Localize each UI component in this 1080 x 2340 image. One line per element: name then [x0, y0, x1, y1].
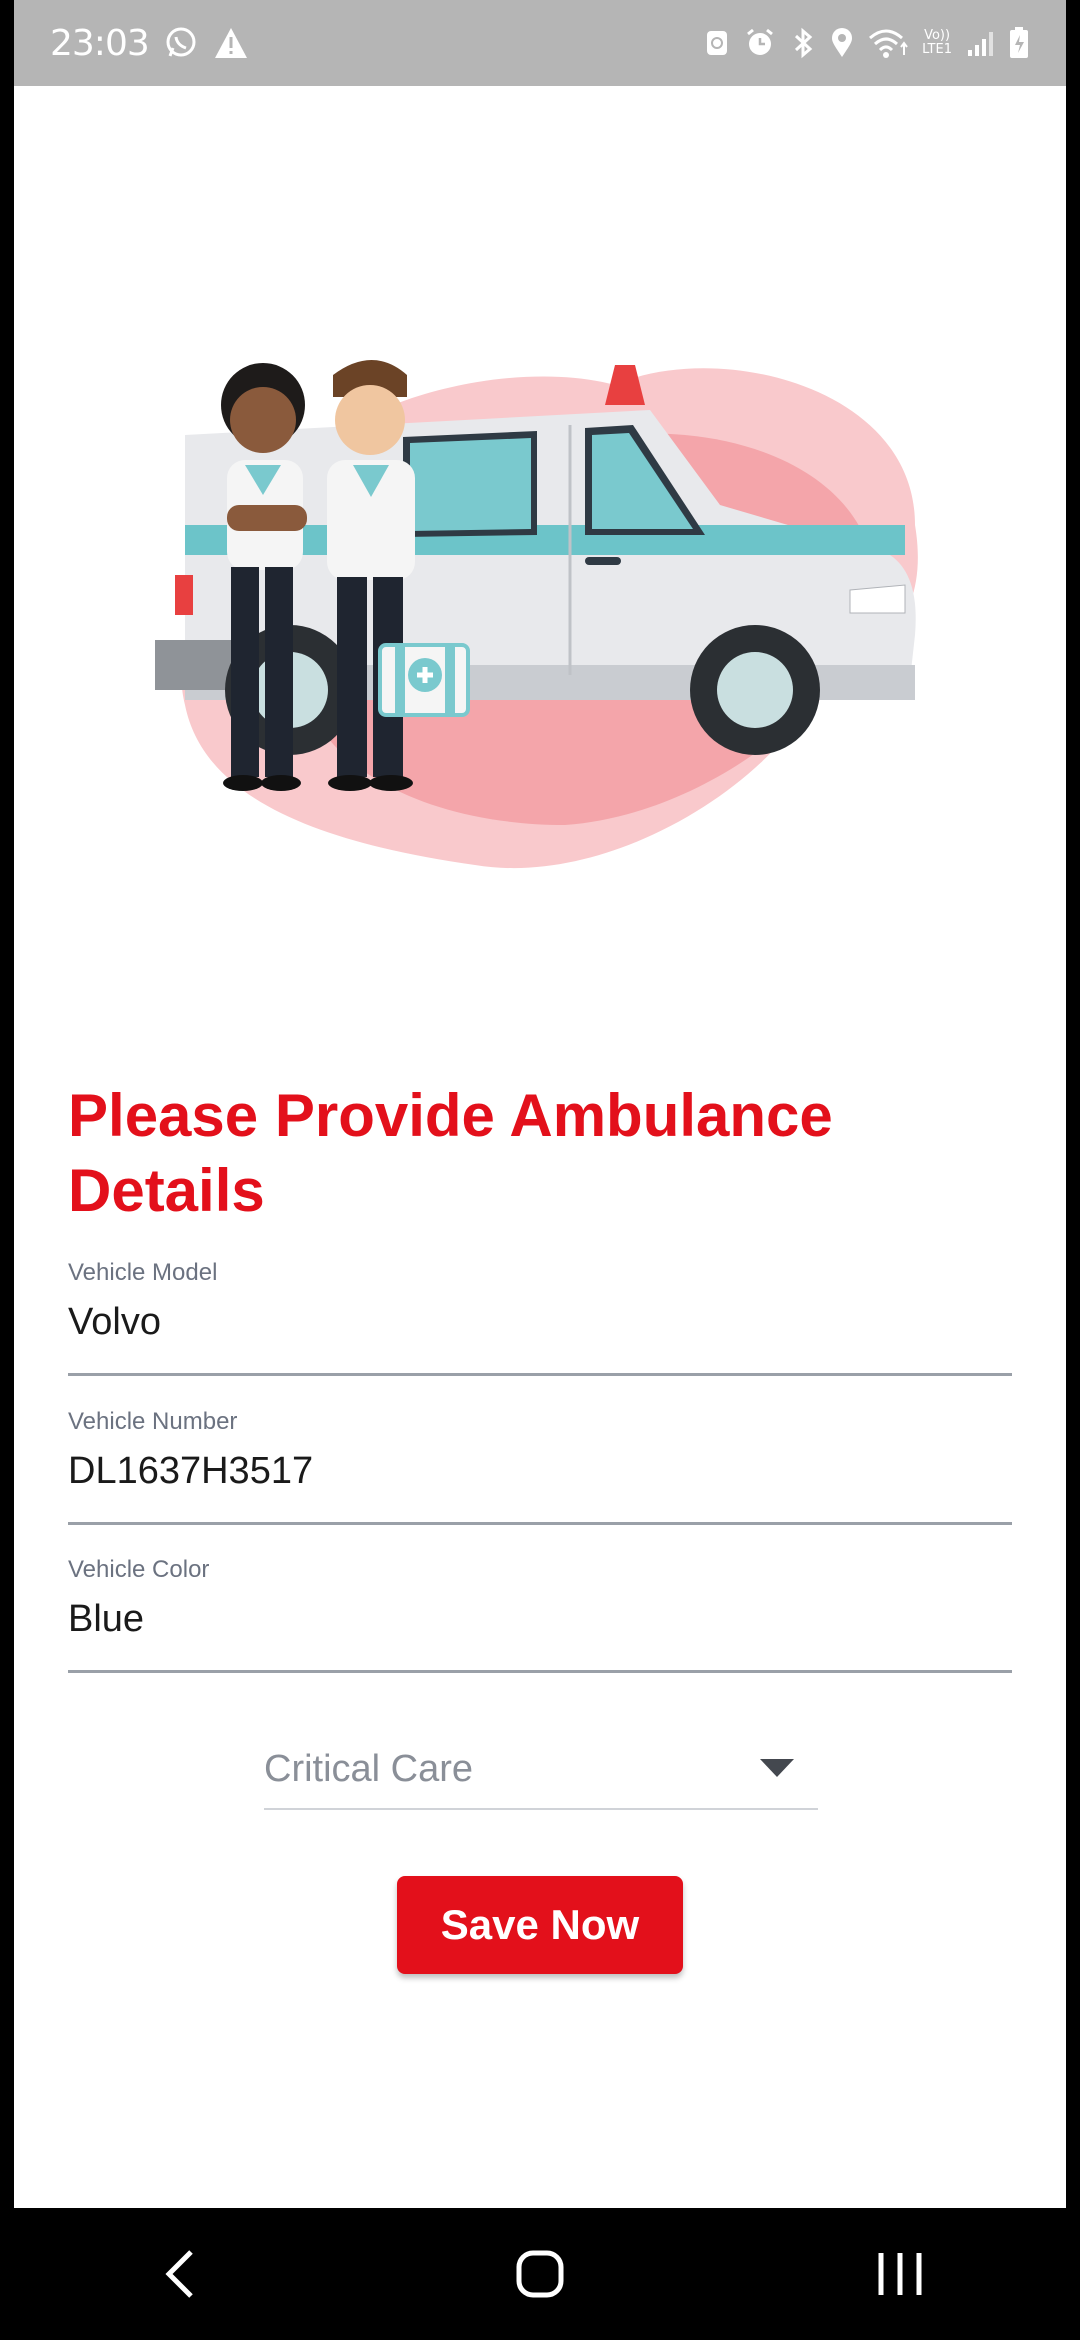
navigation-bar [0, 2208, 1080, 2340]
ambulance-illustration [145, 345, 935, 885]
vehicle-number-field[interactable]: Vehicle Number DL1637H3517 [68, 1408, 1012, 1528]
warning-icon [213, 26, 249, 60]
vehicle-model-label: Vehicle Model [68, 1259, 218, 1286]
status-bar: 23:03 Vo)) LTE1 [14, 0, 1066, 86]
whatsapp-icon [163, 25, 199, 61]
back-icon[interactable] [120, 2224, 240, 2324]
vehicle-model-field[interactable]: Vehicle Model Volvo [68, 1259, 1012, 1379]
recents-icon[interactable] [840, 2224, 960, 2324]
vehicle-number-input[interactable]: DL1637H3517 [68, 1450, 1012, 1493]
home-icon[interactable] [480, 2224, 600, 2324]
volte-label: Vo)) [924, 28, 951, 43]
status-right: Vo)) LTE1 [704, 26, 1030, 60]
frame-left-edge [0, 0, 14, 2208]
status-time: 23:03 [50, 22, 150, 64]
ambulance-paramedics-image [155, 360, 918, 869]
vehicle-color-label: Vehicle Color [68, 1556, 210, 1583]
signal-icon [966, 28, 994, 58]
frame-right-edge [1066, 0, 1080, 2208]
vehicle-number-underline [68, 1522, 1012, 1525]
page-title: Please Provide Ambulance Details [68, 1082, 833, 1224]
status-left: 23:03 [50, 23, 249, 64]
vehicle-color-underline [68, 1670, 1012, 1673]
vehicle-model-input[interactable]: Volvo [68, 1301, 1012, 1344]
chevron-down-icon [760, 1759, 794, 1779]
vehicle-number-label: Vehicle Number [68, 1408, 238, 1435]
wifi-icon [868, 27, 908, 59]
bluetooth-icon [790, 27, 816, 59]
battery-icon [1008, 26, 1030, 60]
volte-icon: Vo)) LTE1 [922, 29, 952, 57]
vehicle-model-underline [68, 1373, 1012, 1376]
location-icon [830, 27, 854, 59]
ambulance-type-value: Critical Care [264, 1747, 474, 1790]
ambulance-type-dropdown[interactable]: Critical Care [264, 1730, 818, 1810]
vehicle-color-input[interactable]: Blue [68, 1598, 1012, 1641]
lte-label: LTE1 [922, 42, 952, 57]
nfc-icon [704, 28, 730, 58]
alarm-icon [744, 27, 776, 59]
vehicle-color-field[interactable]: Vehicle Color Blue [68, 1556, 1012, 1676]
save-now-button[interactable]: Save Now [397, 1876, 683, 1974]
